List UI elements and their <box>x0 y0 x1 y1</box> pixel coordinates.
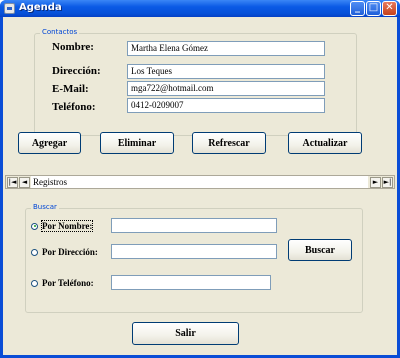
por-direccion-radio[interactable]: Por Dirección: <box>31 247 98 257</box>
telefono-label: Teléfono: <box>52 101 96 113</box>
previous-record-button[interactable]: ◄ <box>19 177 30 188</box>
next-record-button[interactable]: ► <box>370 177 381 188</box>
app-icon[interactable] <box>4 3 15 14</box>
eliminar-button[interactable]: Eliminar <box>100 132 174 154</box>
actualizar-button[interactable]: Actualizar <box>288 132 362 154</box>
record-navigator: |◄ ◄ Registros ► ►| <box>5 175 395 189</box>
salir-button[interactable]: Salir <box>132 322 239 345</box>
email-label: E-Mail: <box>52 83 89 95</box>
buscar-legend: Buscar <box>31 203 59 211</box>
navigator-caption: Registros <box>31 176 368 188</box>
close-button[interactable]: ✕ <box>382 1 397 16</box>
client-area: Contactos Nombre: Martha Elena Gómez Dir… <box>3 17 397 355</box>
buscar-direccion-field[interactable] <box>111 244 277 259</box>
first-record-button[interactable]: |◄ <box>7 177 18 188</box>
por-nombre-radio[interactable]: Por Nombre: <box>31 220 94 232</box>
maximize-button[interactable]: □ <box>366 1 381 16</box>
por-telefono-label: Por Teléfono: <box>42 278 94 288</box>
last-record-button[interactable]: ►| <box>382 177 393 188</box>
por-telefono-radio-dot[interactable] <box>31 279 38 287</box>
por-direccion-radio-dot[interactable] <box>31 248 38 256</box>
agregar-button[interactable]: Agregar <box>18 132 81 154</box>
contactos-legend: Contactos <box>40 28 80 36</box>
buscar-button[interactable]: Buscar <box>288 239 352 261</box>
por-telefono-radio[interactable]: Por Teléfono: <box>31 278 94 288</box>
buscar-nombre-field[interactable] <box>111 218 277 233</box>
refrescar-button[interactable]: Refrescar <box>192 132 266 154</box>
direccion-label: Dirección: <box>52 65 101 77</box>
buscar-telefono-field[interactable] <box>111 275 271 290</box>
por-nombre-radio-dot[interactable] <box>31 222 38 230</box>
direccion-field[interactable]: Los Teques <box>127 64 325 79</box>
telefono-field[interactable]: 0412-0209007 <box>127 98 325 113</box>
por-direccion-label: Por Dirección: <box>42 247 98 257</box>
nombre-field[interactable]: Martha Elena Gómez <box>127 41 325 56</box>
agenda-window: Agenda _ □ ✕ Contactos Nombre: Martha El… <box>0 0 400 358</box>
email-field[interactable]: mga722@hotmail.com <box>127 81 325 96</box>
title-bar[interactable]: Agenda _ □ ✕ <box>0 0 400 17</box>
window-title: Agenda <box>19 2 62 13</box>
por-nombre-label: Por Nombre: <box>40 220 94 232</box>
nombre-label: Nombre: <box>52 41 94 53</box>
minimize-button[interactable]: _ <box>350 1 365 16</box>
